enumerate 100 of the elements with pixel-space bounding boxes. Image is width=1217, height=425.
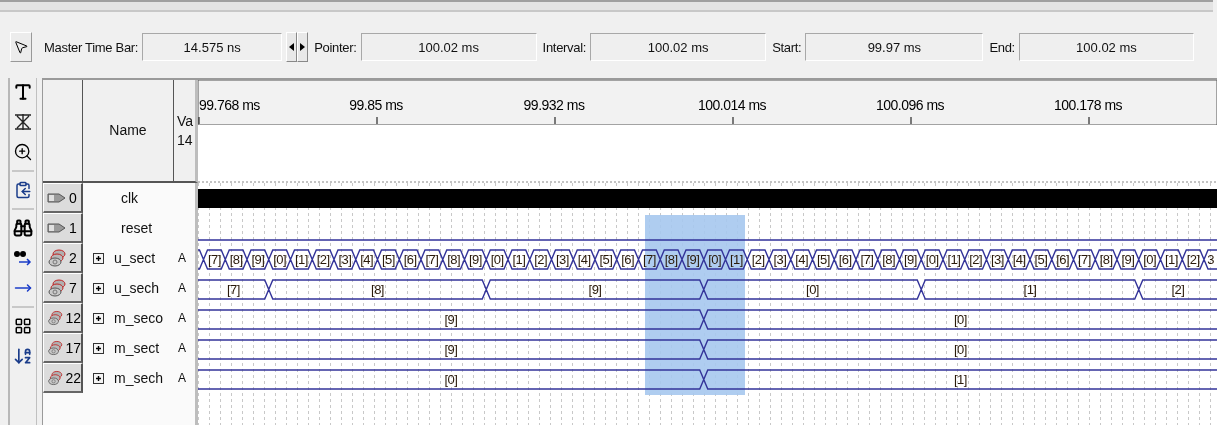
selection-tool-button[interactable] <box>10 32 32 62</box>
next-button[interactable] <box>297 32 309 62</box>
text-icon <box>13 82 33 102</box>
bus-value: [2] <box>316 252 330 267</box>
signal-value: A <box>178 281 186 295</box>
bus-pin-icon <box>47 308 64 327</box>
bus-value: [9] <box>444 342 458 357</box>
bus-value: [0] <box>925 252 939 267</box>
signal-value: A <box>178 311 186 325</box>
signal-name[interactable]: reset <box>121 220 153 236</box>
bus-value: [8] <box>371 282 384 297</box>
node-index[interactable]: 2 <box>43 243 83 273</box>
bus-value: [0] <box>444 372 458 387</box>
field-label: Start: <box>772 39 802 55</box>
bus-value: [2] <box>1171 282 1185 297</box>
bus-value: [7] <box>860 252 874 267</box>
bus-value: [4] <box>577 252 591 267</box>
index-number: 22 <box>65 369 81 386</box>
bus-value: [9] <box>444 312 458 327</box>
bus-value: [4] <box>1012 252 1026 267</box>
bus-value: [1] <box>953 372 967 387</box>
bus-value: [5] <box>1034 252 1048 267</box>
index-number: 17 <box>65 339 81 356</box>
time-tick-label: 99.768 ms <box>199 97 260 113</box>
bus-value: [5] <box>816 252 830 267</box>
bus-value: [1] <box>729 252 743 267</box>
bus-value: [8] <box>447 252 461 267</box>
bus-value: [0] <box>708 252 722 267</box>
signal-value: A <box>178 341 186 355</box>
bus-value: [7] <box>226 282 240 297</box>
node-index[interactable]: 17 <box>43 333 83 363</box>
signal-name[interactable]: m_sech <box>114 370 164 386</box>
bus-value: [2] <box>534 252 548 267</box>
time-field[interactable]: 99.97 ms <box>805 33 984 61</box>
time-tick-label: 100.014 ms <box>697 97 767 113</box>
index-number: 1 <box>69 219 77 236</box>
caret-right-icon <box>300 43 306 51</box>
field-label: Pointer: <box>314 39 357 55</box>
bus-value: [3] <box>338 252 352 267</box>
plus-box-icon[interactable] <box>93 252 104 264</box>
signal-name[interactable]: clk <box>121 190 139 206</box>
signal-name[interactable]: u_sech <box>114 280 160 296</box>
plus-box-icon[interactable] <box>93 372 104 384</box>
bus-value: [8] <box>229 252 243 267</box>
bus-value: [7] <box>1077 252 1091 267</box>
bus-value: [5] <box>599 252 613 267</box>
node-index[interactable]: 7 <box>43 273 83 303</box>
node-index[interactable]: 12 <box>43 303 83 333</box>
signal-name[interactable]: m_seco <box>114 310 164 326</box>
bus-value: [9] <box>251 252 265 267</box>
signal-value: A <box>178 371 186 385</box>
time-field[interactable]: 100.02 ms <box>360 33 537 61</box>
previous-button[interactable] <box>286 32 298 62</box>
time-field[interactable]: 100.02 ms <box>1018 33 1194 61</box>
sort-icon <box>13 346 33 366</box>
index-number: 2 <box>69 249 77 266</box>
bus-value: [9] <box>468 252 482 267</box>
bus-value: [9] <box>686 252 700 267</box>
bus-value: [8] <box>1099 252 1113 267</box>
node-index[interactable]: 22 <box>43 363 83 393</box>
plus-box-icon[interactable] <box>93 342 104 354</box>
time-tick-label: 100.178 ms <box>1053 97 1123 113</box>
clipboard-icon <box>14 181 32 199</box>
input-pin-icon <box>47 220 67 235</box>
zoom-icon <box>13 142 33 162</box>
node-index[interactable]: 1 <box>43 213 83 243</box>
plus-box-icon[interactable] <box>93 312 104 324</box>
time-tick-label: 99.932 ms <box>523 97 585 113</box>
binoculars-arrow-icon <box>13 248 33 268</box>
bus-value: [0] <box>953 312 967 327</box>
bus-value: [3] <box>773 252 787 267</box>
bus-value: [1] <box>1023 282 1037 297</box>
time-field[interactable]: 14.575 ns <box>142 33 283 61</box>
signal-name[interactable]: m_sect <box>114 340 160 356</box>
grid-icon <box>14 317 32 335</box>
index-number: 7 <box>69 279 77 296</box>
input-pin-icon <box>47 190 67 205</box>
bus-value: [7] <box>642 252 656 267</box>
bus-value: [3] <box>990 252 1004 267</box>
bus-value: [3] <box>555 252 569 267</box>
bus-value: [2] <box>751 252 765 267</box>
plus-box-icon[interactable] <box>93 282 104 294</box>
bus-value: [6] <box>838 252 852 267</box>
value-header[interactable]: Va 14 <box>174 80 198 183</box>
signal-name[interactable]: u_sect <box>114 250 156 266</box>
bus-value: [8] <box>664 252 678 267</box>
header-text: 14 <box>177 130 193 150</box>
bus-value: [9] <box>1121 252 1135 267</box>
bus-value: [4] <box>360 252 374 267</box>
bus-value: [1] <box>947 252 961 267</box>
bus-value: [8] <box>882 252 896 267</box>
node-index[interactable]: 0 <box>43 183 83 213</box>
index-number: 12 <box>65 309 81 326</box>
bus-value: [4] <box>795 252 809 267</box>
time-field[interactable]: 100.02 ms <box>590 33 767 61</box>
bus-value: [1] <box>1164 252 1178 267</box>
bus-value: [6] <box>1056 252 1070 267</box>
bus-value: [0] <box>953 342 967 357</box>
bus-value: [1] <box>512 252 526 267</box>
name-header[interactable]: Name <box>83 80 174 183</box>
